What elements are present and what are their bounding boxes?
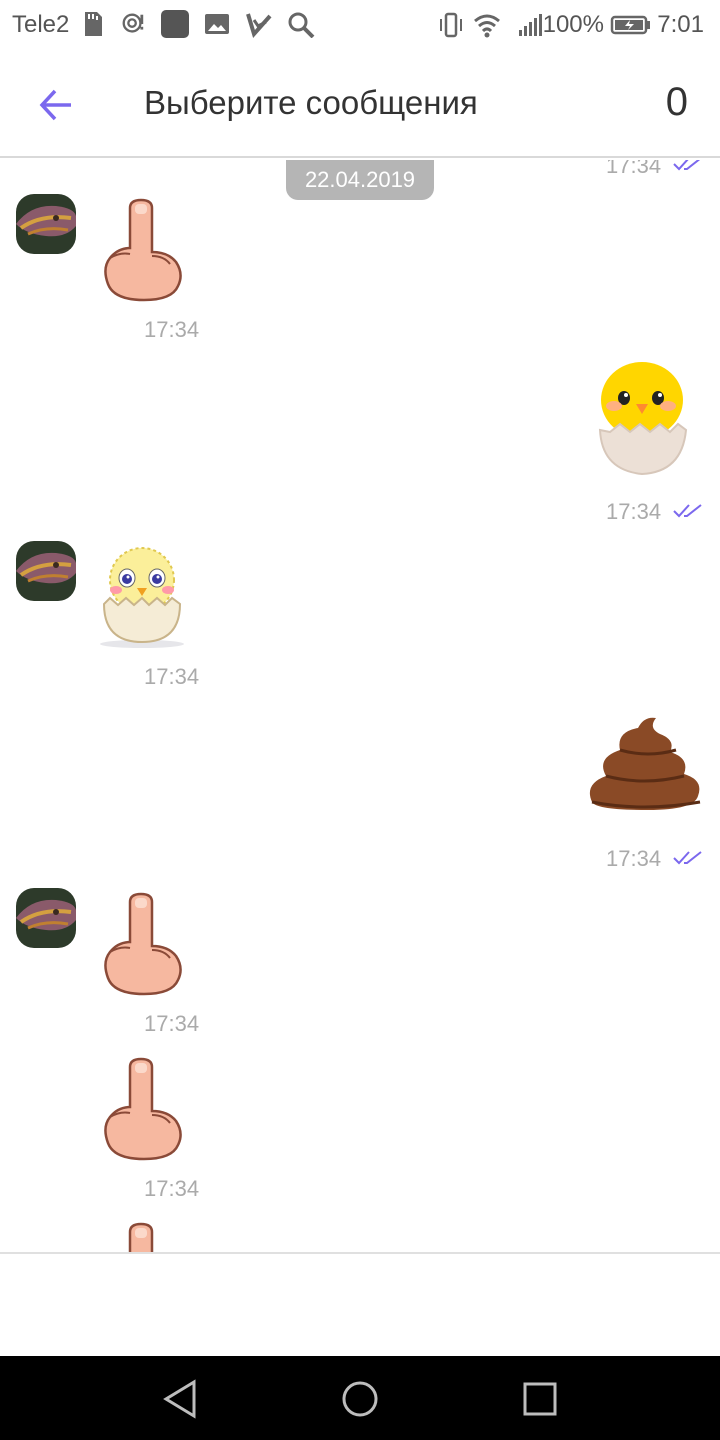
middle-finger-sticker[interactable] bbox=[100, 198, 186, 304]
bottom-panel bbox=[0, 1254, 720, 1356]
message-time: 17:34 bbox=[606, 499, 662, 524]
selected-count: 0 bbox=[665, 80, 688, 124]
circle-home-icon[interactable] bbox=[337, 1376, 383, 1422]
hotspot-icon bbox=[122, 13, 144, 33]
wifi-icon bbox=[474, 14, 500, 38]
middle-finger-sticker[interactable] bbox=[100, 1057, 186, 1163]
poop-sticker[interactable] bbox=[584, 714, 704, 818]
message-time: 17:34 bbox=[144, 1176, 200, 1201]
message-time: 17:34 bbox=[144, 1011, 200, 1036]
square-recents-icon[interactable] bbox=[517, 1376, 563, 1422]
arrow-left-icon bbox=[39, 89, 71, 121]
message-time: 17:34 bbox=[606, 846, 662, 871]
fluffy-chick-sticker[interactable] bbox=[98, 544, 188, 648]
triangle-back-icon[interactable] bbox=[158, 1376, 204, 1422]
app-bar: Выберите сообщения 0 bbox=[0, 52, 720, 158]
battery-percent: 100% bbox=[542, 11, 604, 38]
chick-in-egg-sticker[interactable] bbox=[594, 358, 694, 480]
message-time: 17:34 bbox=[144, 317, 200, 342]
clock: 7:01 bbox=[657, 11, 704, 38]
chat-list[interactable]: 17:34 22.04.2019 17:34 17:34 17:34 17:34… bbox=[0, 160, 720, 1252]
status-bar: Tele2 100% 7:01 bbox=[0, 0, 720, 52]
vibrate-icon bbox=[440, 12, 462, 38]
avatar[interactable] bbox=[16, 541, 76, 601]
date-separator: 22.04.2019 bbox=[286, 160, 434, 200]
read-ticks-icon bbox=[673, 851, 702, 865]
vk-icon bbox=[246, 13, 272, 38]
read-ticks-icon bbox=[673, 160, 701, 171]
app-square-icon bbox=[161, 10, 189, 38]
avatar[interactable] bbox=[16, 194, 76, 254]
avatar[interactable] bbox=[16, 888, 76, 948]
signal-icon bbox=[519, 14, 542, 36]
middle-finger-sticker[interactable] bbox=[100, 1222, 186, 1252]
image-icon bbox=[205, 14, 229, 34]
battery-icon bbox=[610, 15, 650, 35]
navigation-bar bbox=[0, 1356, 720, 1440]
page-title: Выберите сообщения bbox=[144, 84, 478, 121]
middle-finger-sticker[interactable] bbox=[100, 892, 186, 998]
message-time: 17:34 bbox=[606, 160, 662, 178]
carrier-label: Tele2 bbox=[12, 11, 70, 38]
back-button[interactable] bbox=[28, 80, 84, 130]
sd-card-icon bbox=[85, 12, 102, 36]
read-ticks-icon bbox=[673, 504, 702, 518]
search-icon bbox=[288, 12, 315, 38]
message-time: 17:34 bbox=[144, 664, 200, 689]
